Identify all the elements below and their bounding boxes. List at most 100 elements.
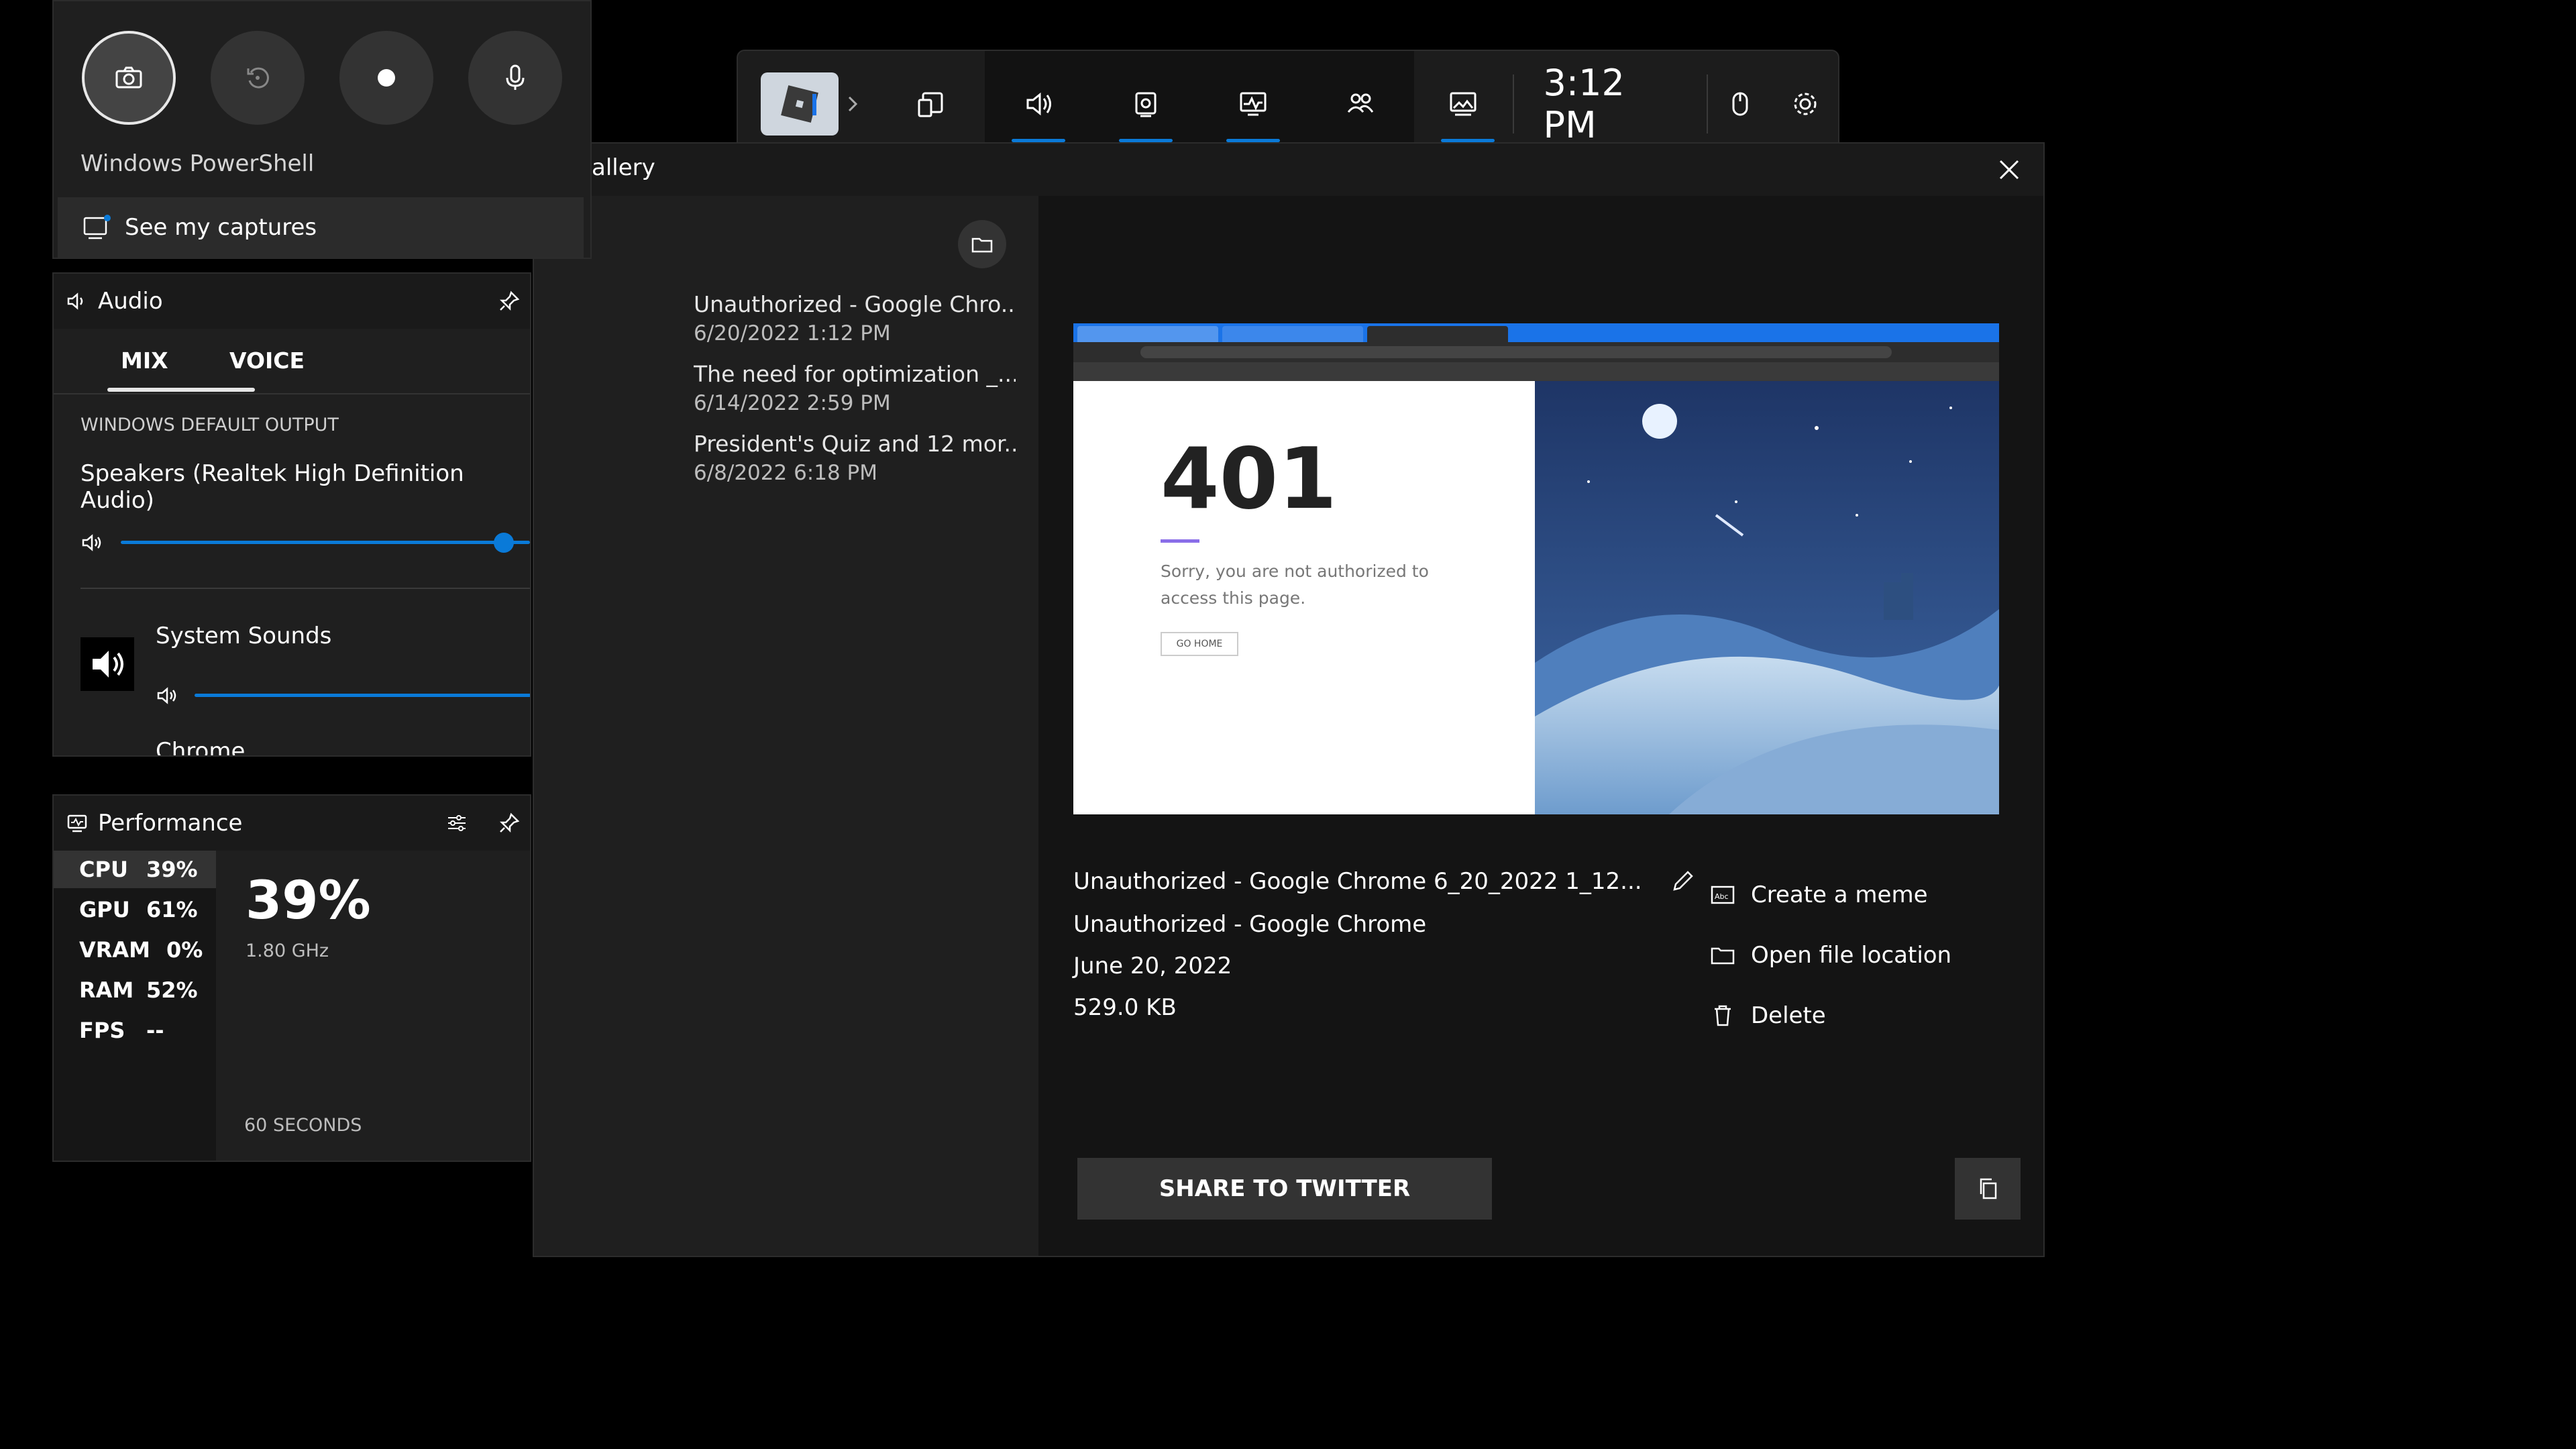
performance-title: Performance [98, 810, 243, 837]
capture-metadata: Unauthorized - Google Chrome 6_20_2022 1… [1073, 867, 1697, 1036]
capture-icon [1135, 92, 1157, 117]
gallery-icon [1450, 92, 1477, 116]
preview-home-button: GO HOME [1161, 632, 1238, 656]
metric-row-fps[interactable]: FPS -- [54, 1012, 216, 1049]
mouse-icon [1732, 92, 1748, 116]
system-sounds-icon [80, 637, 134, 691]
capture-app-title: Windows PowerShell [80, 150, 315, 177]
pinned-widgets [985, 51, 1414, 157]
chevron-right-icon[interactable] [844, 91, 864, 117]
widget-menu-icon [918, 92, 943, 117]
preview-accent-line [1161, 539, 1199, 543]
record-last-button[interactable] [211, 31, 305, 125]
metric-row-vram[interactable]: VRAM 0% [54, 931, 216, 969]
copy-button[interactable] [1955, 1158, 2021, 1220]
open-file-location-button[interactable]: Open file location [1709, 942, 1951, 969]
microphone-icon [506, 64, 525, 90]
svg-text:Abc: Abc [1715, 892, 1729, 901]
metric-row-ram[interactable]: RAM 52% [54, 971, 216, 1009]
capture-preview[interactable]: 401 Sorry, you are not authorized to acc… [1073, 323, 1999, 814]
preview-address-bar [1073, 342, 1999, 362]
widget-menu-button[interactable] [877, 51, 985, 157]
metric-value: 39% [146, 857, 198, 882]
output-device[interactable]: Speakers (Realtek High Definition Audio) [80, 460, 530, 514]
capture-filename: Unauthorized - Google Chrome 6_20_2022 1… [1073, 868, 1642, 895]
system-sounds-volume-slider[interactable] [195, 694, 530, 697]
folder-icon [1711, 947, 1735, 965]
sliders-icon[interactable] [445, 812, 468, 835]
master-volume-knob[interactable] [494, 533, 514, 553]
capture-list-item[interactable]: The need for optimization _... 6/14/2022… [694, 361, 1016, 415]
gallery-widget-button[interactable] [1414, 51, 1513, 157]
gallery-widget: allery Unauthorized - Google Chro... 6/2… [533, 142, 2045, 1257]
camera-icon [115, 66, 142, 89]
pin-icon[interactable] [498, 290, 521, 313]
capture-item-title: The need for optimization _... [694, 361, 1016, 387]
metric-value: 61% [146, 897, 198, 922]
capture-date: June 20, 2022 [1073, 953, 1232, 979]
capture-item-date: 6/8/2022 6:18 PM [694, 461, 877, 485]
performance-widget-button[interactable] [1199, 51, 1307, 157]
speaker-icon [93, 651, 123, 678]
meme-icon: Abc [1711, 885, 1735, 904]
settings-button[interactable] [1773, 51, 1838, 157]
volume-icon[interactable] [156, 684, 178, 707]
gear-icon [1794, 93, 1817, 115]
pencil-icon[interactable] [1668, 867, 1697, 896]
audio-tabs: MIX VOICE [54, 329, 530, 394]
delete-label: Delete [1751, 1002, 1826, 1029]
metric-value: -- [146, 1018, 164, 1043]
preview-error-message: Sorry, you are not authorized to access … [1161, 561, 1429, 608]
audio-widget: Audio MIX VOICE WINDOWS DEFAULT OUTPUT S… [52, 272, 531, 757]
see-my-captures-label: See my captures [125, 214, 317, 241]
microphone-button[interactable] [468, 31, 562, 125]
record-icon [378, 69, 395, 87]
capture-list-item[interactable]: Unauthorized - Google Chro... 6/20/2022 … [694, 291, 1016, 345]
people-icon [1347, 93, 1374, 113]
metric-name: CPU [79, 857, 128, 882]
capture-item-date: 6/14/2022 2:59 PM [694, 391, 891, 415]
preview-bookmarks-bar [1073, 362, 1999, 381]
metric-value: 52% [146, 977, 198, 1003]
tab-voice[interactable]: VOICE [229, 347, 305, 374]
replay-icon [247, 67, 269, 89]
performance-header: Performance [54, 796, 530, 851]
tab-mix[interactable]: MIX [121, 347, 168, 374]
pin-icon[interactable] [498, 812, 521, 835]
cpu-clock-speed: 1.80 GHz [246, 941, 329, 961]
share-to-twitter-button[interactable]: SHARE TO TWITTER [1077, 1158, 1492, 1220]
audio-widget-button[interactable] [985, 51, 1092, 157]
volume-icon[interactable] [80, 531, 103, 554]
game-thumbnail[interactable] [761, 72, 839, 136]
folder-icon [971, 237, 993, 253]
mouse-button[interactable] [1706, 74, 1773, 133]
see-my-captures-button[interactable]: See my captures [58, 197, 584, 258]
gallery-icon [83, 215, 111, 239]
capture-app: Unauthorized - Google Chrome [1073, 911, 1427, 938]
social-widget-button[interactable] [1307, 51, 1414, 157]
capture-size: 529.0 KB [1073, 994, 1177, 1021]
capture-widget-button[interactable] [1092, 51, 1199, 157]
create-meme-button[interactable]: Abc Create a meme [1709, 881, 1928, 908]
close-icon[interactable] [1992, 153, 2026, 186]
open-folder-button[interactable] [958, 220, 1006, 268]
speaker-icon [67, 292, 83, 310]
performance-metric-list: CPU 39% GPU 61% VRAM 0% RAM 52% FPS -- [54, 851, 216, 1161]
active-tab-indicator [107, 388, 255, 392]
performance-icon [67, 814, 87, 833]
capture-item-title: Unauthorized - Google Chro... [694, 291, 1016, 317]
start-recording-button[interactable] [339, 31, 433, 125]
capture-list-item[interactable]: President's Quiz and 12 mor... 6/8/2022 … [694, 431, 1016, 485]
performance-icon [1240, 92, 1267, 116]
delete-button[interactable]: Delete [1709, 1002, 1826, 1029]
metric-row-cpu[interactable]: CPU 39% [54, 851, 216, 888]
screenshot-button[interactable] [82, 31, 176, 125]
metric-name: VRAM [79, 937, 151, 963]
metric-name: FPS [79, 1018, 125, 1043]
metric-row-gpu[interactable]: GPU 61% [54, 891, 216, 928]
output-label: WINDOWS DEFAULT OUTPUT [80, 415, 339, 435]
preview-browser-tabs [1073, 323, 1999, 342]
master-volume-slider[interactable] [121, 541, 530, 544]
gallery-title: allery [592, 154, 655, 181]
metric-name: RAM [79, 977, 134, 1003]
